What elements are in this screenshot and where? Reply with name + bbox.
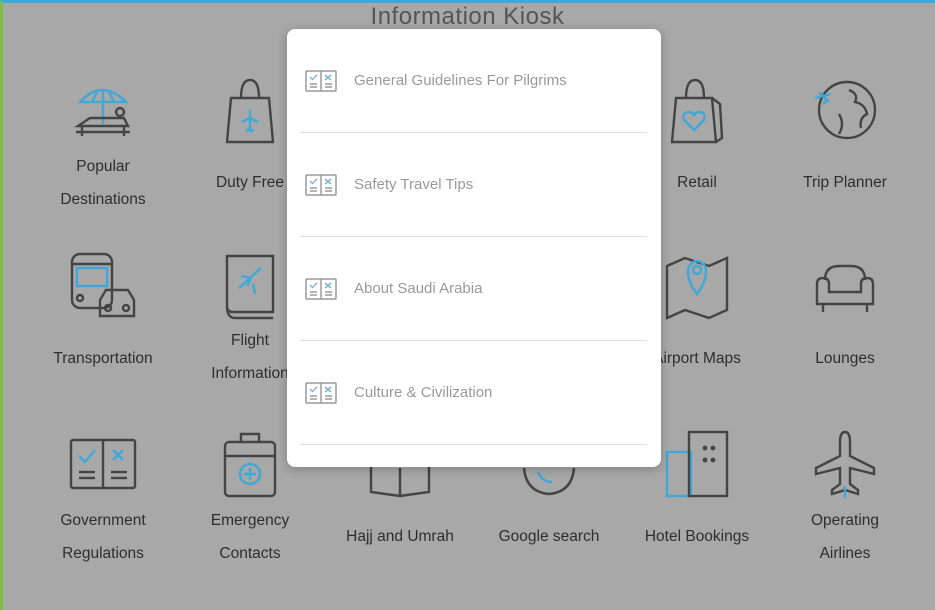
bus-car-icon [70, 252, 136, 318]
menu-item-safety-travel-tips[interactable]: Safety Travel Tips [301, 133, 647, 237]
tile-label: Transportation [53, 350, 153, 367]
menu-item-label: Safety Travel Tips [354, 176, 474, 193]
beach-umbrella-icon [74, 88, 130, 136]
checklist-book-icon [305, 382, 337, 404]
tile-lounges[interactable]: Lounges [780, 250, 910, 375]
menu-item-label: General Guidelines For Pilgrims [354, 72, 567, 89]
page-title: Information Kiosk [370, 3, 565, 30]
tile-label: Regulations [62, 545, 144, 562]
tile-government-regulations[interactable]: Government Regulations [38, 428, 168, 570]
shopping-bag-heart-icon [670, 78, 724, 144]
checklist-book-icon [69, 438, 137, 490]
tile-trip-planner[interactable]: Trip Planner [780, 74, 910, 199]
checklist-book-icon [305, 70, 337, 92]
tile-label: Airlines [819, 545, 871, 562]
menu-item-label: About Saudi Arabia [354, 280, 483, 297]
menu-item-label: Culture & Civilization [354, 384, 493, 401]
tile-label: Google search [498, 528, 600, 545]
tile-label: Hotel Bookings [644, 528, 750, 545]
airplane-icon [814, 430, 876, 498]
tile-label: Destinations [60, 191, 146, 208]
menu-item-culture-civilization[interactable]: Culture & Civilization [301, 341, 647, 445]
info-menu-modal: General Guidelines For Pilgrims Safety T… [287, 29, 661, 467]
tile-transportation[interactable]: Transportation [38, 250, 168, 375]
tile-label: Hajj and Umrah [346, 528, 454, 545]
tile-label: Operating [810, 512, 880, 529]
menu-item-general-guidelines[interactable]: General Guidelines For Pilgrims [301, 29, 647, 133]
hotel-building-icon [665, 430, 729, 498]
tile-operating-airlines[interactable]: Operating Airlines [780, 428, 910, 570]
menu-item-about-saudi-arabia[interactable]: About Saudi Arabia [301, 237, 647, 341]
first-aid-kit-icon [223, 432, 277, 498]
map-pin-icon [665, 256, 729, 320]
tile-label: Popular [76, 158, 130, 175]
checklist-book-icon [305, 278, 337, 300]
tile-label: Emergency [210, 512, 290, 529]
flight-book-icon [225, 254, 275, 320]
tile-label: Government [60, 512, 146, 529]
tile-label: Contacts [219, 545, 281, 562]
tile-popular-destinations[interactable]: Popular Destinations [38, 74, 168, 216]
checklist-book-icon [305, 174, 337, 196]
sofa-icon [815, 264, 875, 312]
shopping-bag-plane-icon [225, 78, 275, 144]
tile-label: Trip Planner [803, 174, 887, 191]
tile-label: Lounges [815, 350, 875, 367]
globe-plane-icon [814, 80, 877, 140]
